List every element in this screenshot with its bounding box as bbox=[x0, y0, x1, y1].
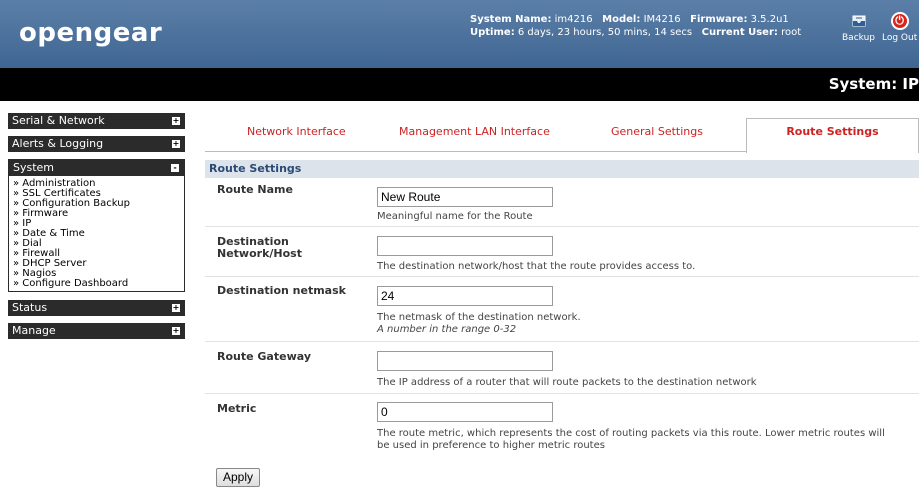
sidebar-item-label: System bbox=[13, 161, 55, 174]
collapse-icon[interactable]: - bbox=[171, 164, 179, 172]
expand-icon[interactable]: + bbox=[172, 327, 180, 335]
model-label: Model: bbox=[602, 14, 641, 25]
netmask-label: Destination netmask bbox=[217, 284, 346, 297]
destination-desc: The destination network/host that the ro… bbox=[377, 261, 696, 272]
tab-network-interface[interactable]: Network Interface bbox=[247, 125, 346, 138]
backup-icon bbox=[852, 15, 865, 27]
destination-label-line2: Network/Host bbox=[217, 247, 302, 260]
route-name-label: Route Name bbox=[217, 183, 293, 196]
sidebar-item-label: Status bbox=[12, 301, 48, 314]
tab-bar: Network Interface Management LAN Interfa… bbox=[205, 118, 919, 153]
sidebar-item-system[interactable]: System - bbox=[9, 160, 184, 176]
metric-input[interactable] bbox=[377, 402, 553, 422]
section-title: Route Settings bbox=[205, 160, 919, 178]
gateway-input[interactable] bbox=[377, 351, 553, 371]
gateway-desc: The IP address of a router that will rou… bbox=[377, 377, 757, 388]
top-header: opengear System Name: im4216 Model: IM42… bbox=[0, 0, 919, 68]
sidebar-item-serial-network[interactable]: Serial & Network + bbox=[8, 113, 185, 129]
system-name-label: System Name: bbox=[470, 14, 552, 25]
apply-button[interactable]: Apply bbox=[216, 468, 260, 487]
expand-icon[interactable]: + bbox=[172, 117, 180, 125]
current-user-value: root bbox=[781, 27, 802, 38]
metric-desc-line1: The route metric, which represents the c… bbox=[377, 428, 885, 439]
power-icon: ⏻ bbox=[890, 12, 909, 30]
title-bar: System: IP bbox=[0, 68, 919, 101]
destination-label: Destination Network/Host bbox=[217, 236, 302, 260]
metric-row: Metric The route metric, which represent… bbox=[205, 394, 919, 462]
tab-route-settings[interactable]: Route Settings bbox=[746, 118, 919, 153]
sidebar-nav: Serial & Network + Alerts & Logging + Sy… bbox=[8, 113, 185, 346]
sidebar-item-manage[interactable]: Manage + bbox=[8, 323, 185, 339]
expand-icon[interactable]: + bbox=[172, 140, 180, 148]
sidebar-item-status[interactable]: Status + bbox=[8, 300, 185, 316]
gateway-label: Route Gateway bbox=[217, 350, 311, 363]
tab-management-lan[interactable]: Management LAN Interface bbox=[399, 125, 550, 138]
page-title: System: IP bbox=[828, 75, 919, 93]
submenu-firmware[interactable]: » Firmware bbox=[13, 209, 180, 219]
sidebar-item-label: Manage bbox=[12, 324, 56, 337]
destination-input[interactable] bbox=[377, 236, 553, 256]
sidebar-item-label: Alerts & Logging bbox=[12, 137, 104, 150]
metric-label: Metric bbox=[217, 402, 257, 415]
firmware-label: Firmware: bbox=[690, 14, 748, 25]
system-info: System Name: im4216 Model: IM4216 Firmwa… bbox=[470, 13, 801, 39]
expand-icon[interactable]: + bbox=[172, 304, 180, 312]
model-value: IM4216 bbox=[643, 14, 681, 25]
backup-label: Backup bbox=[842, 33, 875, 43]
tab-general-settings[interactable]: General Settings bbox=[611, 125, 703, 138]
submenu-configure-dashboard[interactable]: » Configure Dashboard bbox=[13, 279, 180, 289]
netmask-hint: A number in the range 0-32 bbox=[377, 324, 517, 335]
sidebar-group-system: System - » Administration » SSL Certific… bbox=[8, 159, 185, 292]
gateway-row: Route Gateway The IP address of a router… bbox=[205, 342, 919, 394]
uptime-label: Uptime: bbox=[470, 27, 515, 38]
system-submenu: » Administration » SSL Certificates » Co… bbox=[9, 176, 184, 291]
uptime-value: 6 days, 23 hours, 50 mins, 14 secs bbox=[517, 27, 693, 38]
opengear-logo[interactable]: opengear bbox=[19, 18, 162, 48]
logout-label: Log Out bbox=[882, 33, 918, 43]
sidebar-item-label: Serial & Network bbox=[12, 114, 105, 127]
route-name-desc: Meaningful name for the Route bbox=[377, 211, 533, 222]
sidebar-item-alerts-logging[interactable]: Alerts & Logging + bbox=[8, 136, 185, 152]
route-name-row: Route Name Meaningful name for the Route bbox=[205, 180, 919, 227]
netmask-row: Destination netmask The netmask of the d… bbox=[205, 277, 919, 342]
destination-row: Destination Network/Host The destination… bbox=[205, 227, 919, 277]
netmask-input[interactable] bbox=[377, 286, 553, 306]
system-name-value: im4216 bbox=[554, 14, 593, 25]
netmask-desc: The netmask of the destination network. bbox=[377, 312, 581, 323]
logout-button[interactable]: ⏻ Log Out bbox=[882, 12, 917, 43]
current-user-label: Current User: bbox=[701, 27, 778, 38]
metric-desc-line2: be used in preference to higher metric r… bbox=[377, 440, 605, 451]
route-name-input[interactable] bbox=[377, 187, 553, 207]
firmware-value: 3.5.2u1 bbox=[750, 14, 789, 25]
backup-button[interactable]: Backup bbox=[842, 12, 875, 43]
